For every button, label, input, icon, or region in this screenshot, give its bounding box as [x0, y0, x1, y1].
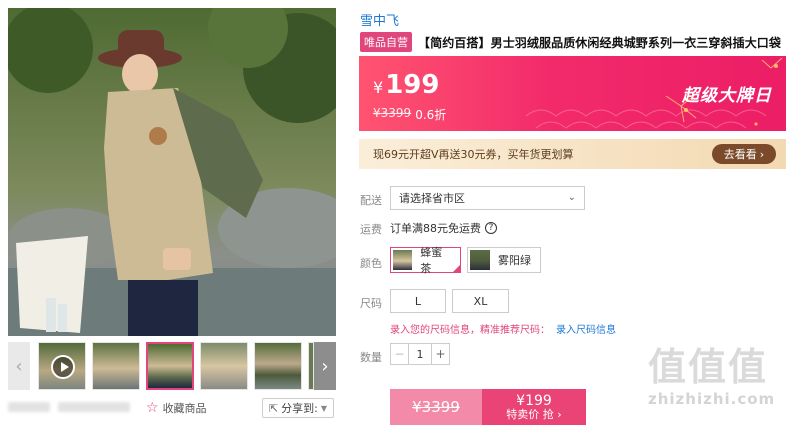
brand-link[interactable]: 雪中飞 — [360, 10, 399, 29]
chevron-down-icon: ▼ — [320, 403, 328, 413]
favorite-button[interactable]: ☆ 收藏商品 — [146, 400, 207, 416]
shipping-label: 运费 — [360, 223, 382, 236]
share-label: 分享到: — [281, 402, 318, 415]
original-price-row: ¥3399 0.6折 — [373, 106, 446, 123]
color-swatch — [393, 250, 413, 270]
color-option-honey-tea[interactable]: 蜂蜜茶 — [390, 246, 461, 275]
color-option-label: 蜂蜜茶 — [420, 246, 443, 275]
thumb-prev-icon[interactable]: ‹ — [8, 342, 30, 390]
self-operated-badge: 唯品自营 — [360, 32, 412, 52]
thumbnail-3[interactable] — [200, 342, 248, 390]
watermark-logo: 值值值 — [648, 345, 769, 389]
buy-button[interactable]: ¥3399 ¥199 特卖价 抢 › — [390, 389, 586, 425]
quantity-value[interactable]: 1 — [409, 344, 431, 364]
plus-icon[interactable]: + — [431, 344, 449, 364]
watermark: 值值值 zhizhizhi.com — [648, 346, 798, 408]
thumb-next-icon[interactable]: › — [314, 342, 336, 390]
thumbnail-2-selected[interactable] — [146, 342, 194, 390]
buy-label: 特卖价 抢 › — [506, 407, 562, 421]
color-swatch — [470, 250, 490, 270]
share-button[interactable]: ⇱ 分享到: ▼ — [262, 398, 334, 418]
currency-symbol: ¥ — [373, 78, 384, 97]
thumbnail-1[interactable] — [92, 342, 140, 390]
selected-check-icon — [452, 264, 461, 273]
region-select-value: 请选择省市区 — [399, 192, 465, 205]
promo-button-label: 去看看 — [723, 148, 757, 161]
price-banner: ¥ 199 ¥3399 0.6折 超级大牌日 — [359, 56, 786, 131]
product-title: 【简约百搭】男士羽绒服品质休闲经典城野系列一衣三穿斜插大口袋 — [418, 35, 782, 50]
size-note: 录入您的尺码信息，精准推荐尺码： 录入尺码信息 — [390, 321, 616, 336]
chevron-down-icon: ⌄ — [567, 192, 576, 203]
shipping-info: 订单满88元免运费 ? — [390, 220, 497, 236]
watermark-url: zhizhizhi.com — [648, 390, 776, 408]
current-price: ¥ 199 — [373, 70, 439, 100]
shipping-text: 订单满88元免运费 — [390, 222, 481, 235]
size-note-text: 录入您的尺码信息，精准推荐尺码： — [390, 325, 550, 336]
buy-price: ¥199 — [516, 392, 552, 409]
discount-rate: 0.6折 — [415, 108, 447, 122]
size-entry-link[interactable]: 录入尺码信息 — [556, 321, 616, 336]
region-select[interactable]: 请选择省市区 ⌄ — [390, 186, 585, 210]
star-icon: ☆ — [146, 400, 159, 416]
promo-button[interactable]: 去看看 › — [712, 144, 776, 164]
share-icon: ⇱ — [268, 401, 279, 415]
blurred-text — [58, 402, 130, 412]
minus-icon[interactable]: − — [391, 344, 409, 364]
delivery-label: 配送 — [360, 194, 382, 207]
help-icon[interactable]: ? — [485, 222, 497, 234]
thumbnail-strip: ‹ › — [8, 342, 336, 390]
title-row: 唯品自营 【简约百搭】男士羽绒服品质休闲经典城野系列一衣三穿斜插大口袋 — [360, 32, 781, 52]
size-option-l[interactable]: L — [390, 289, 446, 313]
size-option-xl[interactable]: XL — [452, 289, 509, 313]
price-value: 199 — [385, 70, 440, 100]
buy-original-price: ¥3399 — [390, 389, 482, 425]
quantity-stepper: − 1 + — [390, 343, 450, 365]
color-option-green[interactable]: 雾阳绿 — [467, 247, 541, 273]
main-product-image[interactable] — [8, 8, 336, 336]
buy-now-button[interactable]: ¥199 特卖价 抢 › — [482, 389, 586, 425]
thumbnail-video[interactable] — [38, 342, 86, 390]
color-option-label: 雾阳绿 — [498, 254, 531, 267]
quantity-label: 数量 — [360, 351, 382, 364]
size-label: 尺码 — [360, 297, 382, 310]
play-icon[interactable] — [51, 355, 75, 379]
original-price: ¥3399 — [373, 106, 412, 120]
thumbnail-4[interactable] — [254, 342, 302, 390]
chevron-right-icon: › — [759, 147, 765, 161]
favorite-label: 收藏商品 — [162, 402, 207, 415]
promo-bar: 现69元开超V再送30元券，买年货更划算 去看看 › — [359, 139, 786, 169]
color-label: 颜色 — [360, 257, 382, 270]
campaign-label: 超级大牌日 — [682, 86, 772, 106]
promo-text: 现69元开超V再送30元券，买年货更划算 — [373, 148, 574, 161]
blurred-text — [8, 402, 50, 412]
